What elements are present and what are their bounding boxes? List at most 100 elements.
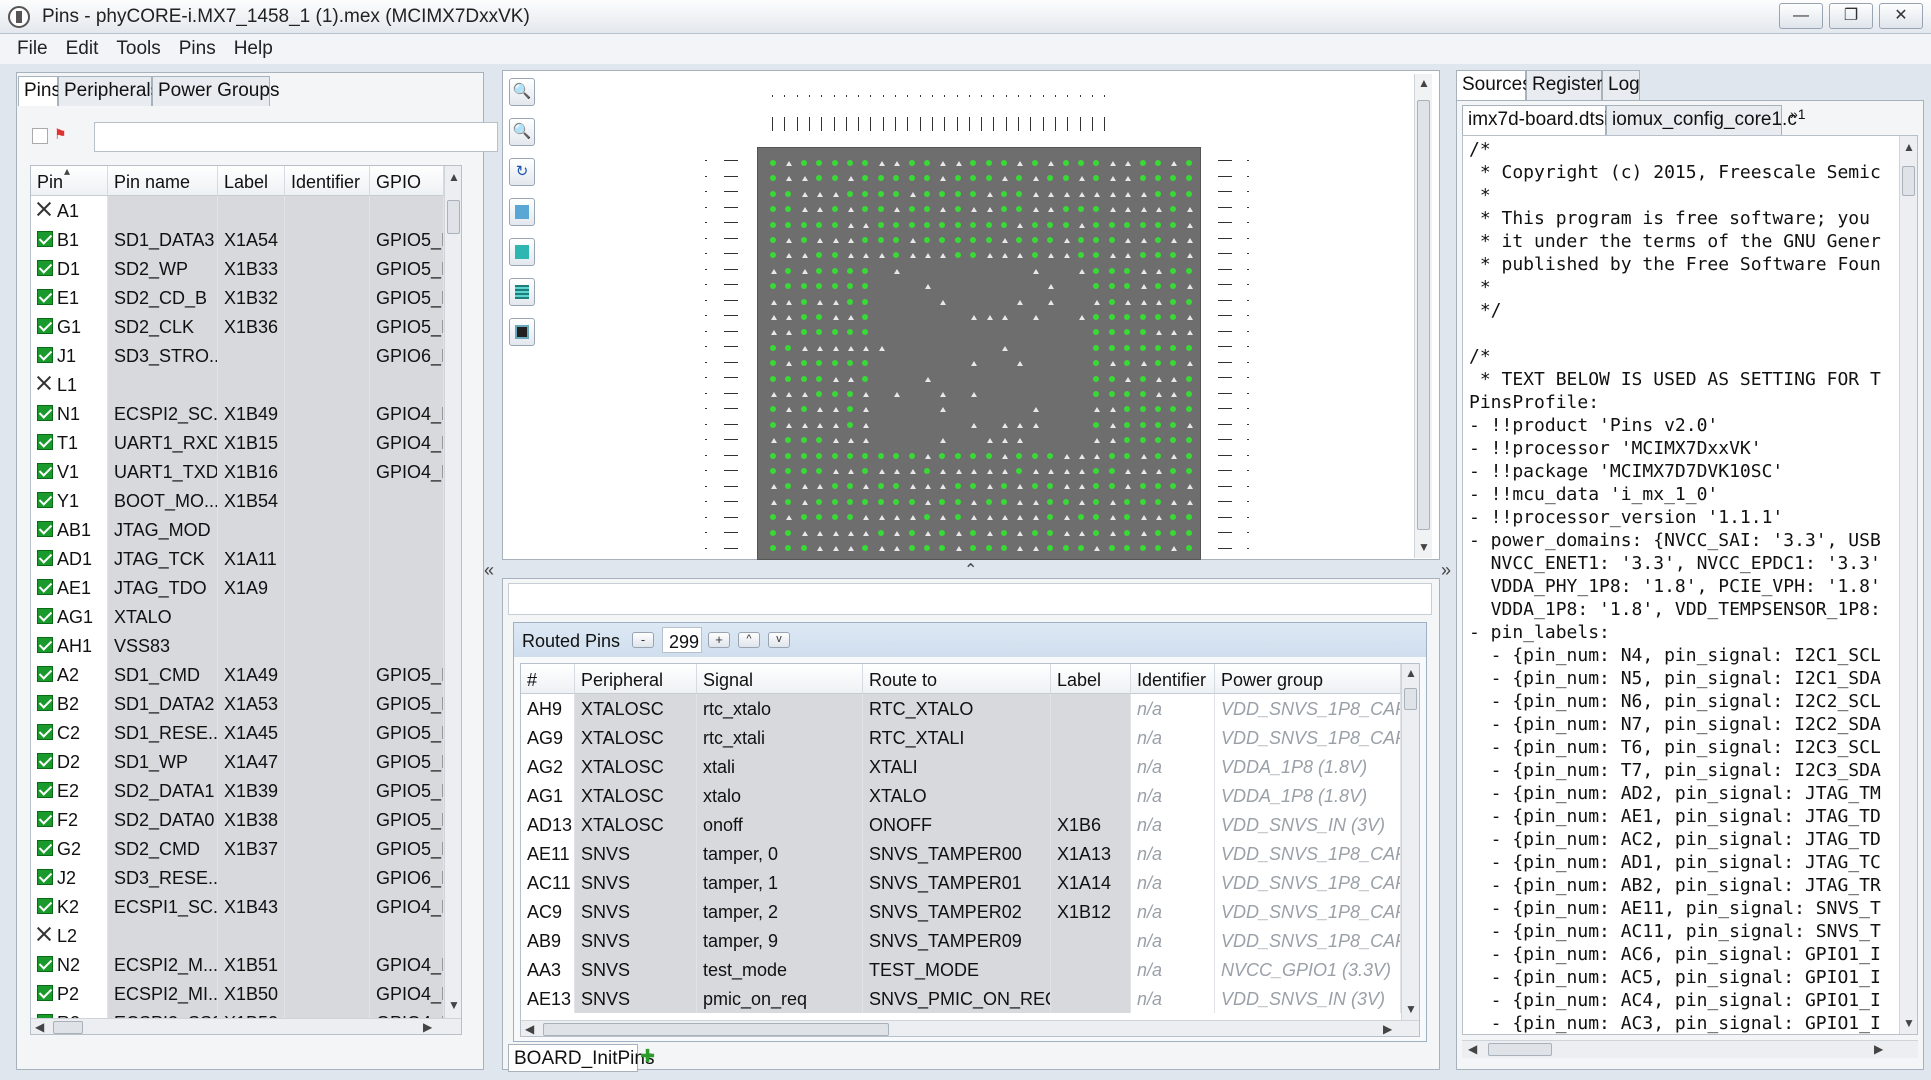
pins-vscrollbar[interactable]: ▲ ▼ <box>444 166 461 1018</box>
pin-enable-checkbox[interactable] <box>37 840 53 856</box>
pin-enable-checkbox[interactable] <box>37 260 53 276</box>
filter-checkbox[interactable] <box>32 128 48 144</box>
menu-pins[interactable]: Pins <box>170 34 225 60</box>
pin-enable-checkbox[interactable] <box>37 956 53 972</box>
pin-row[interactable]: AG1 XTALO <box>31 602 444 631</box>
tab-board-initpins[interactable]: BOARD_InitPins <box>508 1044 654 1072</box>
pin-enable-checkbox[interactable] <box>37 521 53 537</box>
col-gpio[interactable]: GPIO <box>370 166 444 196</box>
routed-description-input[interactable] <box>508 583 1432 615</box>
pin-enable-checkbox[interactable] <box>37 637 53 653</box>
move-up-button[interactable]: ^ <box>738 632 760 648</box>
routed-hscrollbar[interactable]: ◀ ▶ <box>521 1020 1419 1036</box>
col-number[interactable]: # <box>521 664 575 694</box>
pin-enable-checkbox[interactable] <box>37 724 53 740</box>
package-vscrollbar[interactable]: ▲ ▼ <box>1414 74 1432 558</box>
menu-help[interactable]: Help <box>225 34 282 60</box>
pin-enable-checkbox[interactable] <box>37 869 53 885</box>
pin-row[interactable]: AD1 JTAG_TCK X1A11 <box>31 544 444 573</box>
pin-row[interactable]: G1 SD2_CLKX1B36 GPIO5_I( <box>31 312 444 341</box>
chip-view-icon[interactable] <box>509 318 535 346</box>
pin-enable-checkbox[interactable] <box>37 347 53 363</box>
zoom-out-icon[interactable]: 🔍 <box>509 118 535 146</box>
pin-row[interactable]: J2 SD3_RESE... GPIO6_I( <box>31 863 444 892</box>
more-tabs-icon[interactable]: »1 <box>1790 106 1806 122</box>
col-identifier[interactable]: Identifier <box>285 166 370 196</box>
routed-row[interactable]: AG9 XTALOSC rtc_xtali RTC_XTALI n/a VDD_SNVS_… <box>521 723 1401 752</box>
move-down-button[interactable]: v <box>768 632 790 648</box>
pin-row[interactable]: K2 ECSPI1_SC...X1B43 GPIO4_I( <box>31 892 444 921</box>
routed-row[interactable]: AD13 XTALOSC onoff ONOFF X1B6 n/a VDD_SNVS_IN … <box>521 810 1401 839</box>
file-tab-iomux[interactable]: iomux_config_core1.c <box>1606 105 1797 135</box>
pin-row[interactable]: L1 <box>31 370 444 399</box>
col-routed-identifier[interactable]: Identifier <box>1131 664 1215 694</box>
pin-row[interactable]: A2 SD1_CMDX1A49 GPIO5_I( <box>31 660 444 689</box>
collapse-left-icon[interactable]: « <box>484 560 494 581</box>
pin-row[interactable]: B1 SD1_DATA3X1A54 GPIO5_I( <box>31 225 444 254</box>
pin-enable-checkbox[interactable] <box>37 202 53 218</box>
pin-row[interactable]: V1 UART1_TXDX1B16 GPIO4_I( <box>31 457 444 486</box>
minimize-button[interactable]: — <box>1779 3 1823 29</box>
col-routed-label[interactable]: Label <box>1051 664 1131 694</box>
tab-pins[interactable]: Pins <box>18 76 61 106</box>
pin-row[interactable]: Y1 BOOT_MO... X1B54 <box>31 486 444 515</box>
pin-enable-checkbox[interactable] <box>37 608 53 624</box>
pin-enable-checkbox[interactable] <box>37 231 53 247</box>
collapse-up-icon[interactable]: ⌃ <box>964 560 977 580</box>
routed-row[interactable]: AG1 XTALOSC xtalo XTALO n/a VDDA_1P8 (1.8V) <box>521 781 1401 810</box>
source-vscrollbar[interactable]: ▲ ▼ <box>1899 136 1917 1034</box>
col-pin-name[interactable]: Pin name <box>108 166 218 196</box>
col-label[interactable]: Label <box>218 166 285 196</box>
pin-row[interactable]: L2 <box>31 921 444 950</box>
pin-row[interactable]: J1 SD3_STRO... GPIO6_I( <box>31 341 444 370</box>
pin-row[interactable]: P2 ECSPI2_MI...X1B50 GPIO4_I( <box>31 979 444 1008</box>
pin-row[interactable]: E2 SD2_DATA1X1B39 GPIO5_I( <box>31 776 444 805</box>
pin-enable-checkbox[interactable] <box>37 927 53 943</box>
pin-enable-checkbox[interactable] <box>37 550 53 566</box>
refresh-icon[interactable]: ↻ <box>509 158 535 186</box>
pin-row[interactable]: AE1 JTAG_TDO X1A9 <box>31 573 444 602</box>
tab-log[interactable]: Log <box>1602 70 1640 100</box>
routed-row[interactable]: AC9 SNVS tamper, 2 SNVS_TAMPER02 X1B12 n/a VDD… <box>521 897 1401 926</box>
filter-flag-icon[interactable]: ⚑ <box>54 126 72 146</box>
pin-row[interactable]: AH1 VSS83 <box>31 631 444 660</box>
table-view-icon[interactable] <box>509 278 535 306</box>
pin-row[interactable]: C2 SD1_RESE...X1A45 GPIO5_I( <box>31 718 444 747</box>
file-tab-dtsi[interactable]: imx7d-board.dtsi <box>1462 105 1608 135</box>
pin-enable-checkbox[interactable] <box>37 463 53 479</box>
pin-enable-checkbox[interactable] <box>37 782 53 798</box>
routed-row[interactable]: AH9 XTALOSC rtc_xtalo RTC_XTALO n/a VDD_SNVS_… <box>521 694 1401 723</box>
pins-search-input[interactable] <box>94 122 498 152</box>
menu-tools[interactable]: Tools <box>107 34 169 60</box>
pin-row[interactable]: N2 ECSPI2_M...X1B51 GPIO4_I( <box>31 950 444 979</box>
pin-row[interactable]: T1 UART1_RXDX1B15 GPIO4_I( <box>31 428 444 457</box>
col-peripheral[interactable]: Peripheral <box>575 664 697 694</box>
pin-enable-checkbox[interactable] <box>37 434 53 450</box>
view-mode-2-icon[interactable] <box>509 238 535 266</box>
close-button[interactable]: ✕ <box>1879 3 1923 29</box>
routed-row[interactable]: AE13 SNVS pmic_on_req SNVS_PMIC_ON_REQ n/a VD… <box>521 984 1401 1013</box>
pins-hscrollbar[interactable]: ◀ ▶ <box>31 1018 461 1034</box>
pin-enable-checkbox[interactable] <box>37 376 53 392</box>
pin-row[interactable]: E1 SD2_CD_BX1B32 GPIO5_I( <box>31 283 444 312</box>
pin-row[interactable]: D2 SD1_WPX1A47 GPIO5_I( <box>31 747 444 776</box>
col-power-group[interactable]: Power group <box>1215 664 1401 694</box>
pin-enable-checkbox[interactable] <box>37 579 53 595</box>
pin-row[interactable]: B2 SD1_DATA2X1A53 GPIO5_I( <box>31 689 444 718</box>
routed-vscrollbar[interactable]: ▲ ▼ <box>1401 664 1419 1020</box>
tab-sources[interactable]: Sources <box>1456 70 1532 100</box>
pin-enable-checkbox[interactable] <box>37 666 53 682</box>
pin-enable-checkbox[interactable] <box>37 492 53 508</box>
pin-enable-checkbox[interactable] <box>37 898 53 914</box>
collapse-right-icon[interactable]: » <box>1441 560 1451 581</box>
pin-enable-checkbox[interactable] <box>37 985 53 1001</box>
add-function-icon[interactable]: ✚ <box>640 1046 655 1067</box>
menu-edit[interactable]: Edit <box>57 34 108 60</box>
pin-row[interactable]: G2 SD2_CMDX1B37 GPIO5_I( <box>31 834 444 863</box>
pin-enable-checkbox[interactable] <box>37 695 53 711</box>
routed-row[interactable]: AA3 SNVS test_mode TEST_MODE n/a NVCC_GPIO1 (… <box>521 955 1401 984</box>
restore-button[interactable]: ❐ <box>1829 3 1873 29</box>
chip-ball-grid[interactable] <box>757 147 1201 560</box>
pin-row[interactable]: A1 <box>31 196 444 225</box>
tab-power-groups[interactable]: Power Groups <box>152 76 279 106</box>
